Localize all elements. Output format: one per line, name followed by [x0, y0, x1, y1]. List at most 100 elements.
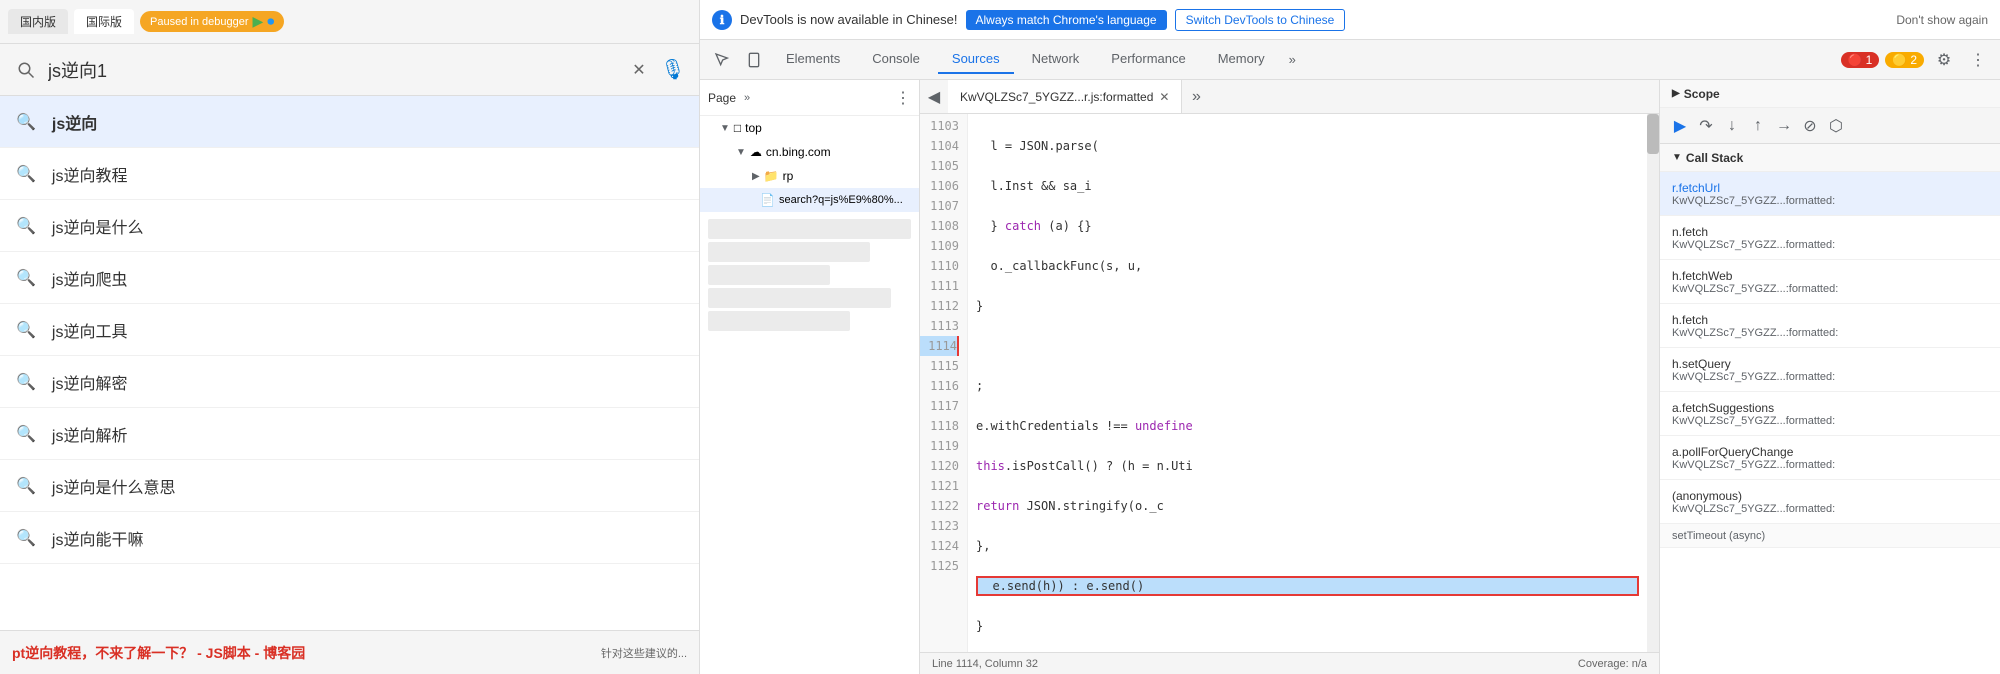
callstack-fn-source: KwVQLZSc7_5YGZZ...formatted: [1672, 195, 1988, 207]
mic-icon[interactable]: 🎙 [659, 56, 687, 84]
code-line: ; [976, 376, 1639, 396]
scope-label: Scope [1684, 87, 1720, 101]
tab-network[interactable]: Network [1018, 45, 1094, 74]
callstack-fn-name: r.fetchUrl [1672, 181, 1988, 195]
editor-scrollbar-thumb[interactable] [1647, 114, 1659, 154]
list-item[interactable]: 🔍 js逆向能干嘛 [0, 512, 699, 564]
clear-search-button[interactable]: ✕ [627, 58, 651, 82]
devtools-toolbar-right: 🔴1 🟡2 ⚙ ⋮ [1841, 46, 1992, 74]
active-code-line: e.send(h)) : e.send() [976, 576, 1639, 596]
tab-elements[interactable]: Elements [772, 45, 854, 74]
list-item[interactable]: 🔍 js逆向解析 [0, 408, 699, 460]
async-section-label: setTimeout (async) [1660, 524, 2000, 548]
inspect-icon[interactable] [708, 46, 736, 74]
error-count-badge: 🔴1 [1841, 52, 1880, 68]
callstack-section-header[interactable]: ▼ Call Stack [1660, 144, 2000, 172]
file-tree-header: Page » ⋮ [700, 80, 919, 116]
code-editor-body[interactable]: 1103 1104 1105 1106 1107 1108 1109 1110 … [920, 114, 1659, 652]
step-out-button[interactable]: ↑ [1746, 114, 1770, 138]
scope-section-header[interactable]: ▶ Scope [1660, 80, 2000, 108]
search-icon: 🔍 [16, 424, 36, 444]
more-tabs-button[interactable]: » [1182, 83, 1210, 111]
list-item[interactable]: 🔍 js逆向教程 [0, 148, 699, 200]
resume-button[interactable]: ▶ [1668, 114, 1692, 138]
code-tab-close-button[interactable]: ✕ [1159, 90, 1169, 104]
callstack-item[interactable]: n.fetch KwVQLZSc7_5YGZZ...formatted: [1660, 216, 2000, 260]
list-item[interactable]: 🔍 js逆向是什么 [0, 200, 699, 252]
list-item[interactable]: 🔍 js逆向工具 [0, 304, 699, 356]
file-tree-item-search[interactable]: 📄 search?q=js%E9%80%... [700, 188, 919, 212]
back-nav-icon[interactable]: ◀ [920, 83, 948, 111]
file-tree-item-label: search?q=js%E9%80%... [779, 194, 903, 206]
file-tree-overflow-btn[interactable]: » [744, 92, 750, 104]
file-tree-item-top[interactable]: ▼ □ top [700, 116, 919, 140]
switch-devtools-button[interactable]: Switch DevTools to Chinese [1175, 9, 1346, 31]
code-line: }, [976, 536, 1639, 556]
callstack-fn-source: KwVQLZSc7_5YGZZ...formatted: [1672, 503, 1988, 515]
browser-bottom-bar: pt逆向教程，不来了解一下？ - JS脚本 - 博客园 针对这些建议的... [0, 630, 699, 674]
list-item[interactable]: 🔍 js逆向 [0, 96, 699, 148]
settings-icon[interactable]: ⚙ [1930, 46, 1958, 74]
file-tree-item-label: cn.bing.com [766, 145, 831, 159]
expand-arrow-icon: ▼ [736, 147, 746, 158]
callstack-fn-source: KwVQLZSc7_5YGZZ...formatted: [1672, 239, 1988, 251]
search-icon: 🔍 [16, 112, 36, 132]
tabs-overflow-button[interactable]: » [1283, 48, 1302, 71]
play-button[interactable]: ▶ [253, 13, 264, 30]
browser-panel: 国内版 国际版 Paused in debugger ▶ ⏺ ✕ 🎙 🔍 js逆… [0, 0, 700, 674]
file-tree-more-button[interactable]: ⋮ [895, 88, 911, 108]
code-editor-statusbar: Line 1114, Column 32 Coverage: n/a [920, 652, 1659, 674]
callstack-fn-name: n.fetch [1672, 225, 1988, 239]
search-icon [12, 56, 40, 84]
list-item[interactable]: 🔍 js逆向是什么意思 [0, 460, 699, 512]
code-line: l = JSON.parse( [976, 136, 1639, 156]
devtools-main: Page » ⋮ ▼ □ top ▼ ☁ cn.bing.com ▶ 📁 rp [700, 80, 2000, 674]
callstack-item[interactable]: a.fetchSuggestions KwVQLZSc7_5YGZZ...for… [1660, 392, 2000, 436]
code-tab-active[interactable]: KwVQLZSc7_5YGZZ...r.js:formatted ✕ [948, 80, 1182, 114]
callstack-item[interactable]: h.fetchWeb KwVQLZSc7_5YGZZ...:formatted: [1660, 260, 2000, 304]
file-tree-item-rp[interactable]: ▶ 📁 rp [700, 164, 919, 188]
tab-console[interactable]: Console [858, 45, 934, 74]
tab-performance[interactable]: Performance [1097, 45, 1199, 74]
tab-sources[interactable]: Sources [938, 45, 1014, 74]
list-item[interactable]: 🔍 js逆向爬虫 [0, 252, 699, 304]
search-icon: 🔍 [16, 320, 36, 340]
code-line [976, 336, 1639, 356]
step-button[interactable]: → [1772, 114, 1796, 138]
blurred-file-items [700, 212, 919, 338]
browser-toolbar: 国内版 国际版 Paused in debugger ▶ ⏺ [0, 0, 699, 44]
device-toolbar-icon[interactable] [740, 46, 768, 74]
suggestion-text: js逆向教程 [52, 162, 128, 186]
editor-scrollbar[interactable] [1647, 114, 1659, 652]
list-item[interactable]: 🔍 js逆向解密 [0, 356, 699, 408]
expand-arrow-icon: ▶ [752, 171, 760, 182]
callstack-fn-name: h.setQuery [1672, 357, 1988, 371]
suggestions-hint: 针对这些建议的... [601, 645, 687, 661]
callstack-fn-source: KwVQLZSc7_5YGZZ...formatted: [1672, 415, 1988, 427]
step-into-button[interactable]: ↓ [1720, 114, 1744, 138]
suggestion-text: js逆向能干嘛 [52, 526, 144, 550]
callstack-item[interactable]: h.setQuery KwVQLZSc7_5YGZZ...formatted: [1660, 348, 2000, 392]
tab-international[interactable]: 国际版 [74, 9, 134, 34]
callstack-item[interactable]: h.fetch KwVQLZSc7_5YGZZ...:formatted: [1660, 304, 2000, 348]
deactivate-breakpoints-button[interactable]: ⊘ [1798, 114, 1822, 138]
callstack-item[interactable]: (anonymous) KwVQLZSc7_5YGZZ...formatted: [1660, 480, 2000, 524]
more-options-icon[interactable]: ⋮ [1964, 46, 1992, 74]
search-icon: 🔍 [16, 164, 36, 184]
code-line: l.Inst && sa_i [976, 176, 1639, 196]
search-icon: 🔍 [16, 216, 36, 236]
file-tree-item-domain[interactable]: ▼ ☁ cn.bing.com [700, 140, 919, 164]
callstack-fn-source: KwVQLZSc7_5YGZZ...:formatted: [1672, 327, 1988, 339]
callstack-item[interactable]: r.fetchUrl KwVQLZSc7_5YGZZ...formatted: [1660, 172, 2000, 216]
match-language-button[interactable]: Always match Chrome's language [966, 10, 1167, 30]
suggestion-text: js逆向爬虫 [52, 266, 128, 290]
code-content[interactable]: l = JSON.parse( l.Inst && sa_i } catch (… [968, 114, 1647, 652]
pause-on-exceptions-button[interactable]: ⬡ [1824, 114, 1848, 138]
tab-domestic[interactable]: 国内版 [8, 9, 68, 34]
step-over-button[interactable]: ↷ [1694, 114, 1718, 138]
tab-memory[interactable]: Memory [1204, 45, 1279, 74]
callstack-item[interactable]: a.pollForQueryChange KwVQLZSc7_5YGZZ...f… [1660, 436, 2000, 480]
record-button[interactable]: ⏺ [267, 13, 274, 30]
search-input[interactable] [48, 52, 619, 88]
dont-show-again-link[interactable]: Don't show again [1896, 13, 1988, 27]
